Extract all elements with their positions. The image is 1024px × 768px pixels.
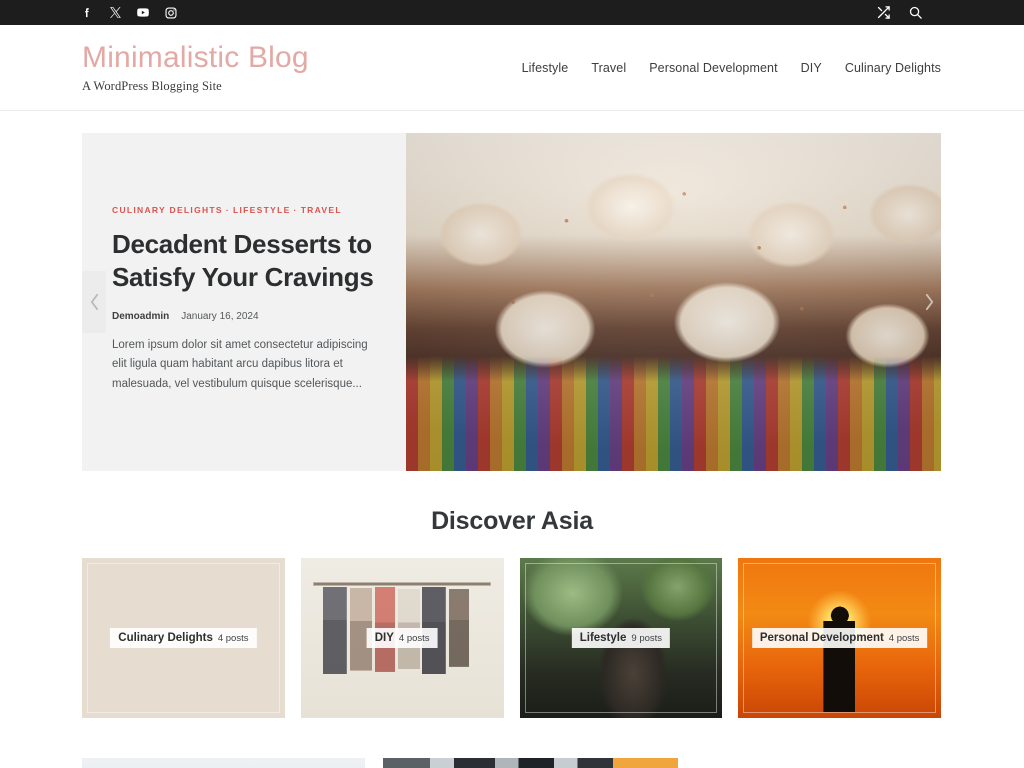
category-name: Lifestyle (579, 632, 627, 644)
carousel-prev-button[interactable] (82, 271, 106, 333)
author-info-widget: Author Info (696, 758, 941, 768)
carousel-next-button[interactable] (917, 271, 941, 333)
category-separator-2: · (293, 205, 298, 215)
latest-posts-row: Author Info (0, 718, 1024, 768)
category-badge: Culinary Delights 4 posts (110, 628, 257, 648)
category-name: DIY (374, 632, 394, 644)
hero-section: CULINARY DELIGHTS · LIFESTYLE · TRAVEL Decad… (0, 111, 1024, 471)
discover-section: Discover Asia Culinary Delights 4 posts … (0, 471, 1024, 718)
hero-date: January 16, 2024 (181, 310, 259, 322)
site-tagline: A WordPress Blogging Site (82, 79, 222, 94)
nav-item-lifestyle[interactable]: Lifestyle (522, 61, 569, 75)
hero-post-meta: Demoadmin January 16, 2024 (112, 311, 376, 322)
topbar-actions (876, 5, 1006, 20)
primary-navigation: Lifestyle Travel Personal Development DI… (522, 61, 941, 75)
site-header: Minimalistic Blog A WordPress Blogging S… (0, 25, 1024, 111)
post-card-thumbnail-2[interactable] (383, 758, 678, 768)
hero-text-panel: CULINARY DELIGHTS · LIFESTYLE · TRAVEL Decad… (82, 133, 406, 471)
hero-image-shading (406, 133, 941, 471)
hero-category-3[interactable]: TRAVEL (301, 205, 342, 215)
category-grid: Culinary Delights 4 posts DIY 4 posts Li… (0, 558, 1024, 718)
category-card-diy[interactable]: DIY 4 posts (300, 558, 504, 718)
facebook-icon[interactable] (80, 6, 94, 20)
branding[interactable]: Minimalistic Blog A WordPress Blogging S… (82, 41, 309, 95)
category-card-lifestyle[interactable]: Lifestyle 9 posts (519, 558, 723, 718)
site-title[interactable]: Minimalistic Blog (82, 41, 309, 76)
category-post-count: 4 posts (398, 633, 430, 644)
post-image-1 (82, 758, 365, 768)
discover-heading-wrap: Discover Asia (0, 471, 1024, 558)
hero-category-1[interactable]: CULINARY DELIGHTS (112, 205, 223, 215)
category-name: Culinary Delights (118, 632, 213, 644)
post-card-thumbnail-1[interactable] (82, 758, 365, 768)
hero-post-title[interactable]: Decadent Desserts to Satisfy Your Cravin… (112, 228, 376, 295)
hero-excerpt: Lorem ipsum dolor sit amet consectetur a… (112, 338, 368, 391)
shuffle-icon[interactable] (876, 5, 891, 20)
category-post-count: 9 posts (631, 633, 663, 644)
nav-item-travel[interactable]: Travel (591, 61, 626, 75)
instagram-icon[interactable] (164, 6, 178, 20)
category-name: Personal Development (759, 632, 884, 644)
nav-item-personal-development[interactable]: Personal Development (649, 61, 777, 75)
social-links (80, 6, 178, 20)
x-twitter-icon[interactable] (108, 6, 122, 20)
hero-category-list: CULINARY DELIGHTS · LIFESTYLE · TRAVEL (112, 205, 376, 215)
hero-carousel: CULINARY DELIGHTS · LIFESTYLE · TRAVEL Decad… (82, 133, 941, 471)
category-card-personal-development[interactable]: Personal Development 4 posts (738, 558, 941, 718)
youtube-icon[interactable] (136, 6, 150, 20)
category-badge: Lifestyle 9 posts (571, 628, 671, 648)
category-post-count: 4 posts (888, 633, 920, 644)
category-card-culinary-delights[interactable]: Culinary Delights 4 posts (82, 558, 285, 718)
post-image-2 (383, 758, 678, 768)
category-post-count: 4 posts (217, 633, 249, 644)
hero-image (406, 133, 941, 471)
category-separator-1: · (225, 205, 231, 215)
search-icon[interactable] (908, 5, 923, 20)
nav-item-diy[interactable]: DIY (801, 61, 822, 75)
discover-title: Discover Asia (431, 507, 593, 535)
top-utility-bar (0, 0, 1024, 25)
silhouette-art (793, 606, 887, 712)
nav-item-culinary-delights[interactable]: Culinary Delights (845, 61, 941, 75)
category-badge: Personal Development 4 posts (751, 628, 928, 648)
category-badge: DIY 4 posts (366, 628, 438, 648)
hero-category-2[interactable]: LIFESTYLE (233, 205, 291, 215)
hero-author[interactable]: Demoadmin (112, 311, 169, 322)
